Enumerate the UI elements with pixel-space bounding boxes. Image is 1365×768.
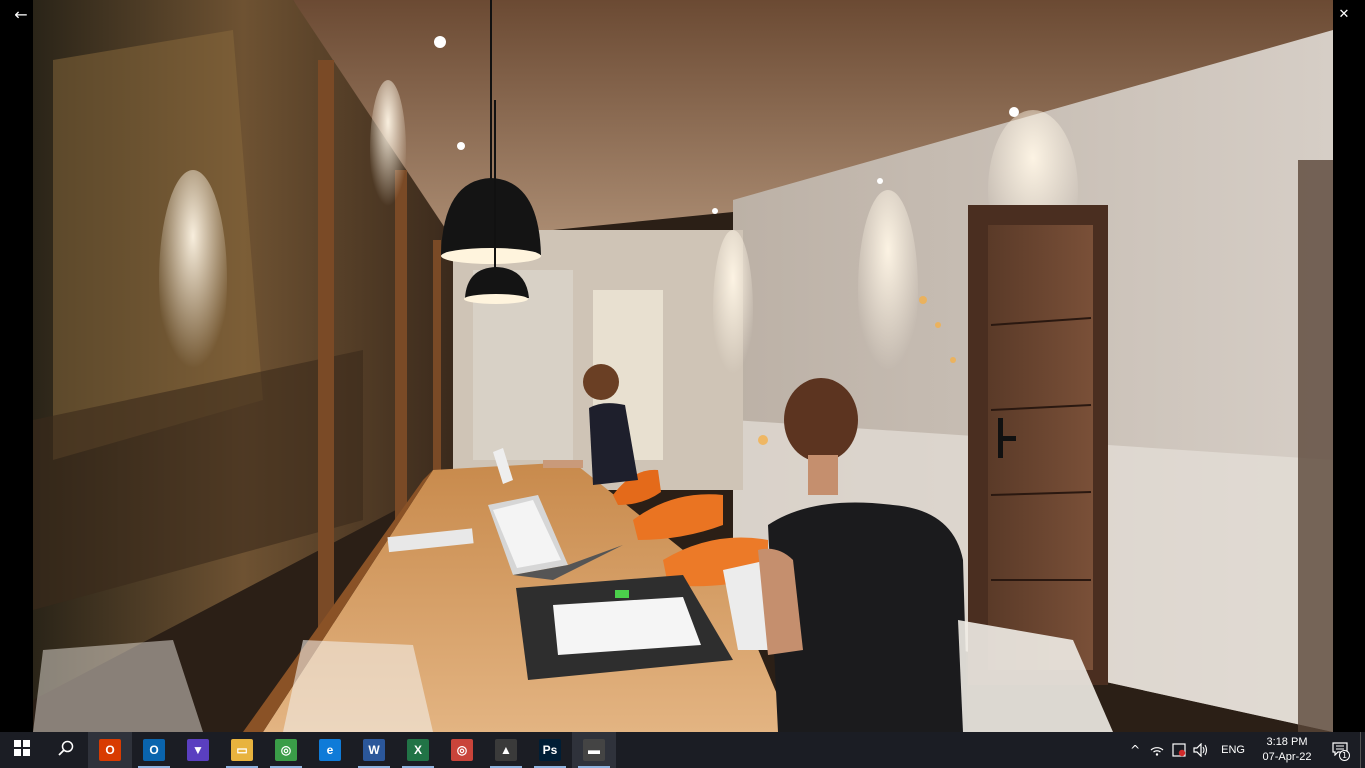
arrow-left-icon: ← [14, 4, 28, 24]
taskbar: O O ▼ ▭ ◎ e W X ◎ ▲ Ps ▬ ^ ENG 3:18 PM 07-Apr-22 1 [0, 732, 1365, 768]
excel-icon: X [407, 739, 429, 761]
outlook-taskbar-button[interactable]: O [132, 732, 176, 768]
show-desktop-button[interactable] [1360, 732, 1365, 768]
action-center-button[interactable]: 1 [1320, 732, 1360, 768]
wifi-icon[interactable] [1146, 732, 1168, 768]
notification-count-badge: 1 [1339, 750, 1350, 761]
brave-browser-icon: ▼ [187, 739, 209, 761]
chrome-profile-icon: ◎ [451, 739, 473, 761]
movies-tv-taskbar-button[interactable]: ▬ [572, 732, 616, 768]
movies-tv-icon: ▬ [583, 739, 605, 761]
search-button[interactable] [44, 732, 88, 768]
search-icon [58, 740, 74, 760]
clock-time: 3:18 PM [1266, 736, 1308, 748]
volume-icon[interactable] [1190, 732, 1212, 768]
office-icon: O [99, 739, 121, 761]
file-explorer-icon: ▭ [231, 739, 253, 761]
word-icon: W [363, 739, 385, 761]
clock-date: 07-Apr-22 [1262, 751, 1312, 763]
language-indicator[interactable]: ENG [1212, 744, 1254, 756]
word-taskbar-button[interactable]: W [352, 732, 396, 768]
photoshop-taskbar-button[interactable]: Ps [528, 732, 572, 768]
photos-taskbar-button[interactable]: ▲ [484, 732, 528, 768]
chrome-profile-taskbar-button[interactable]: ◎ [440, 732, 484, 768]
photos-icon: ▲ [495, 739, 517, 761]
brave-browser-taskbar-button[interactable]: ▼ [176, 732, 220, 768]
windows-logo-icon [14, 740, 30, 760]
chrome-taskbar-button[interactable]: ◎ [264, 732, 308, 768]
photoshop-icon: Ps [539, 739, 561, 761]
chrome-icon: ◎ [275, 739, 297, 761]
clock[interactable]: 3:18 PM 07-Apr-22 [1254, 735, 1320, 765]
office-taskbar-button[interactable]: O [88, 732, 132, 768]
close-icon: ✕ [1338, 6, 1350, 22]
defender-alert-icon[interactable] [1168, 732, 1190, 768]
chevron-up-icon[interactable]: ^ [1124, 732, 1146, 768]
file-explorer-taskbar-button[interactable]: ▭ [220, 732, 264, 768]
interior-render-image [33, 0, 1333, 732]
excel-taskbar-button[interactable]: X [396, 732, 440, 768]
pinned-apps: O O ▼ ▭ ◎ e W X ◎ ▲ Ps ▬ [88, 732, 616, 768]
system-tray: ^ ENG 3:18 PM 07-Apr-22 1 [1124, 732, 1365, 768]
edge-icon: e [319, 739, 341, 761]
edge-taskbar-button[interactable]: e [308, 732, 352, 768]
movies-tv-window: ← ─ ❐ ✕ [0, 0, 1365, 768]
outlook-icon: O [143, 739, 165, 761]
video-frame[interactable] [33, 0, 1333, 732]
start-button[interactable] [0, 732, 44, 768]
